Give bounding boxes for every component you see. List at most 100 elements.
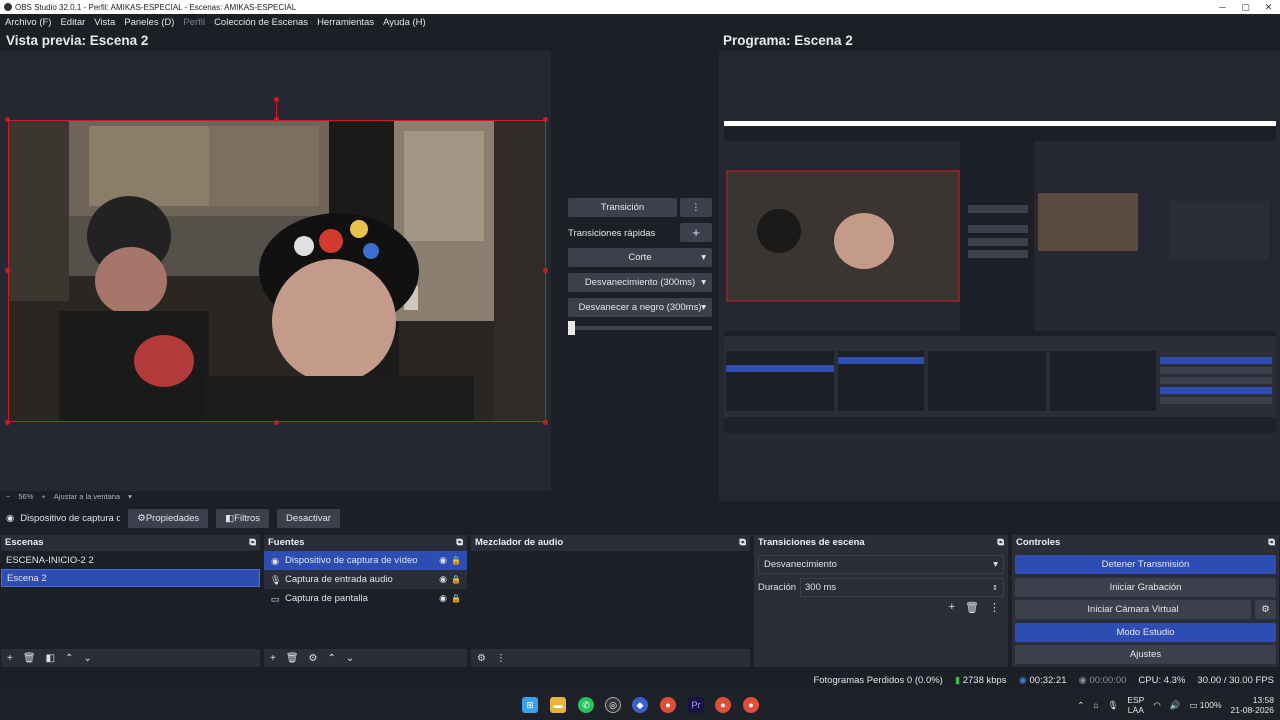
transition-button[interactable]: Transición (568, 198, 677, 217)
battery-status[interactable]: ▭ 100% (1189, 700, 1221, 711)
lock-icon[interactable]: 🔒 (451, 556, 461, 565)
undock-icon[interactable]: ⧉ (1268, 537, 1275, 548)
whatsapp-icon[interactable]: ✆ (578, 697, 594, 713)
resize-handle-ml[interactable] (5, 268, 10, 273)
properties-button[interactable]: ⚙Propiedades (128, 508, 209, 528)
add-quick-transition-icon[interactable]: + (680, 223, 712, 242)
maximize-icon[interactable]: ▢ (1234, 0, 1257, 14)
trash-icon[interactable]: 🗑 (23, 653, 36, 664)
close-icon[interactable]: ✕ (1257, 0, 1280, 14)
scene-item[interactable]: ESCENA-INICIO-2 2 (1, 551, 260, 569)
source-item[interactable]: 🎙 Captura de entrada audio ◉ 🔒 (264, 570, 467, 589)
more-icon[interactable]: ⋮ (989, 601, 1000, 614)
fit-window-button[interactable]: Ajustar a la ventana (54, 492, 120, 501)
trash-icon[interactable]: 🗑 (965, 601, 979, 614)
arrow-down-icon[interactable]: ⌄ (346, 653, 354, 664)
resize-handle-br[interactable] (543, 420, 548, 425)
undock-icon[interactable]: ⧉ (249, 537, 256, 548)
language-indicator[interactable]: ESP LAA (1127, 695, 1144, 715)
quick-transition-fade-black[interactable]: Desvanecer a negro (300ms) ▾ (568, 298, 712, 317)
zoom-in-button[interactable]: + (41, 492, 45, 501)
duration-input[interactable]: 300 ms ⇕ (800, 578, 1004, 597)
transition-more-icon[interactable]: ⋮ (680, 198, 712, 217)
sources-dock: Fuentes ⧉ ◉ Dispositivo de captura de víd… (263, 534, 468, 668)
wifi-icon[interactable]: ◠ (1153, 700, 1160, 711)
quick-transition-fade[interactable]: Desvanecimiento (300ms) ▾ (568, 273, 712, 292)
stop-streaming-button[interactable]: Detener Transmisión (1015, 555, 1276, 574)
add-icon[interactable]: + (7, 653, 13, 664)
preview-video-source[interactable] (8, 120, 546, 422)
trash-icon[interactable]: 🗑 (286, 653, 299, 664)
zoom-out-button[interactable]: − (6, 492, 10, 501)
premiere-icon[interactable]: Pr (688, 697, 704, 713)
lock-icon[interactable]: 🔒 (451, 575, 461, 584)
windows-start-icon[interactable]: ⊞ (522, 697, 538, 713)
resize-handle-tc[interactable] (274, 117, 279, 122)
preview-canvas[interactable] (0, 51, 551, 491)
network-icon[interactable]: ⌂ (1093, 700, 1098, 710)
add-icon[interactable]: + (270, 653, 276, 664)
obs-taskbar-icon[interactable]: ◎ (605, 697, 621, 713)
resize-handle-mr[interactable] (543, 268, 548, 273)
chevron-up-icon[interactable]: ⌃ (1077, 700, 1084, 711)
studio-mode-button[interactable]: Modo Estudio (1015, 623, 1276, 642)
settings-button[interactable]: Ajustes (1015, 645, 1276, 664)
virtual-camera-gear-icon[interactable]: ⚙ (1255, 600, 1276, 619)
menu-herramientas[interactable]: Herramientas (317, 17, 374, 28)
transition-select[interactable]: Desvanecimiento ▾ (758, 555, 1004, 574)
arrow-down-icon[interactable]: ⌄ (83, 653, 91, 664)
eye-icon[interactable]: ◉ (439, 555, 447, 566)
microphone-icon[interactable]: 🎙 (1108, 700, 1119, 711)
file-explorer-icon[interactable]: ▬ (550, 697, 566, 713)
menu-perfil[interactable]: Perfil (183, 17, 205, 28)
camera-icon: ◉ (6, 512, 15, 524)
chrome-icon[interactable]: ● (660, 697, 676, 713)
dropped-frames: Fotogramas Perdidos 0 (0.0%) (813, 674, 943, 686)
filters-button[interactable]: ◧Filtros (216, 508, 270, 528)
start-virtual-camera-button[interactable]: Iniciar Cámara Virtual (1015, 600, 1251, 619)
menu-ayuda[interactable]: Ayuda (H) (383, 17, 426, 28)
eye-icon[interactable]: ◉ (439, 574, 447, 585)
menu-editar[interactable]: Editar (60, 17, 85, 28)
eye-icon[interactable]: ◉ (439, 593, 447, 604)
program-title: Programa: Escena 2 (723, 33, 853, 48)
undock-icon[interactable]: ⧉ (456, 537, 463, 548)
resize-handle-bc[interactable] (274, 420, 279, 425)
resize-handle-bl[interactable] (5, 420, 10, 425)
transition-slider-handle[interactable] (568, 321, 575, 335)
gear-icon[interactable]: ⚙ (309, 653, 318, 664)
undock-icon[interactable]: ⧉ (997, 537, 1004, 548)
more-icon[interactable]: ⋮ (496, 653, 506, 664)
volume-icon[interactable]: 🔊 (1170, 700, 1181, 711)
chrome-icon-2[interactable]: ● (715, 697, 731, 713)
add-icon[interactable]: + (949, 601, 955, 614)
mixer-body (471, 551, 750, 649)
minimize-icon[interactable]: ─ (1211, 0, 1234, 14)
arrow-up-icon[interactable]: ⌃ (65, 653, 73, 664)
lock-icon[interactable]: 🔒 (451, 594, 461, 603)
quick-transition-corte[interactable]: Corte ▾ (568, 248, 712, 267)
menu-vista[interactable]: Vista (94, 17, 115, 28)
chrome-icon-3[interactable]: ● (743, 697, 759, 713)
menu-coleccion-escenas[interactable]: Colección de Escenas (214, 17, 308, 28)
deactivate-button[interactable]: Desactivar (277, 508, 340, 528)
menu-archivo[interactable]: Archivo (F) (5, 17, 51, 28)
scene-item-selected[interactable]: Escena 2 (1, 569, 260, 587)
app-icon[interactable]: ◆ (632, 697, 648, 713)
clock[interactable]: 13:58 21-08-2026 (1231, 695, 1274, 715)
source-item-selected[interactable]: ◉ Dispositivo de captura de vídeo ◉ 🔒 (264, 551, 467, 570)
filter-icon[interactable]: ◧ (46, 653, 55, 664)
source-item[interactable]: ▭ Captura de pantalla ◉ 🔒 (264, 589, 467, 608)
chevron-down-icon[interactable]: ▾ (128, 492, 132, 501)
spinner-icon[interactable]: ⇕ (992, 584, 998, 592)
menu-paneles[interactable]: Paneles (D) (124, 17, 174, 28)
transition-slider-track[interactable] (568, 326, 712, 330)
arrow-up-icon[interactable]: ⌃ (328, 653, 336, 664)
start-recording-button[interactable]: Iniciar Grabación (1015, 578, 1276, 597)
source-label: Captura de pantalla (285, 593, 368, 604)
resize-handle-tl[interactable] (5, 117, 10, 122)
filters-label: Filtros (234, 512, 261, 524)
advanced-audio-icon[interactable]: ⚙ (477, 653, 486, 664)
undock-icon[interactable]: ⧉ (739, 537, 746, 548)
resize-handle-tr[interactable] (543, 117, 548, 122)
